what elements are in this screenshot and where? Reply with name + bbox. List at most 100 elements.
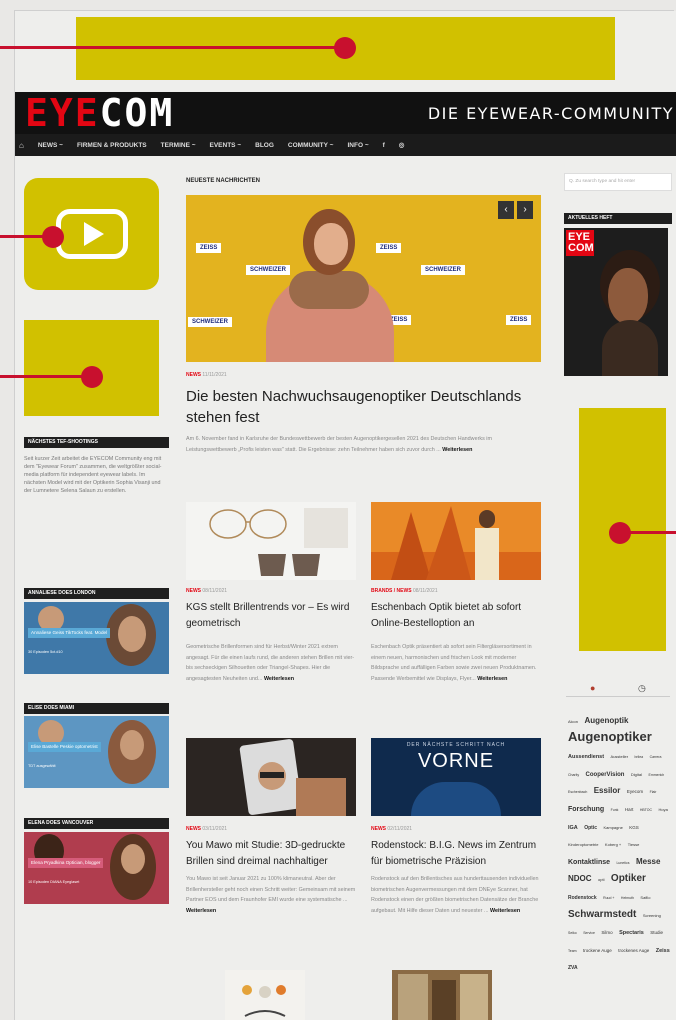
popular-tab-icon[interactable]: ● — [590, 683, 595, 693]
tag-link[interactable]: Aussteller — [611, 754, 629, 759]
tag-link[interactable]: IGA — [568, 825, 578, 831]
hero-headline[interactable]: Die besten Nachwuchsaugenoptiker Deutsch… — [186, 386, 541, 428]
logo-text-eye: EYE — [25, 91, 100, 135]
nav-item-news[interactable]: NEWS ~ — [38, 142, 63, 149]
nav-item-termine[interactable]: TERMINE ~ — [161, 142, 196, 149]
tag-link[interactable]: trockene Auge — [583, 948, 612, 953]
tag-link[interactable]: HBTOC — [640, 808, 652, 812]
tag-link[interactable]: Augenoptiker — [568, 729, 652, 744]
tag-link[interactable]: Kinderoptometrie — [568, 842, 598, 847]
search-input[interactable]: Q. Zu search type and hit enter — [564, 173, 672, 191]
article-thumbnail[interactable] — [225, 970, 305, 1020]
tag-link[interactable]: KGS — [629, 825, 639, 830]
tag-link[interactable]: Emmerich — [648, 773, 664, 777]
tag-link[interactable]: trockenes Auge — [618, 948, 649, 953]
read-more-link[interactable]: Weiterlesen — [264, 676, 294, 682]
tag-link[interactable]: Eyecom — [627, 789, 643, 794]
tag-link[interactable]: Essilor — [594, 786, 621, 795]
slider-next-button[interactable]: › — [517, 201, 533, 219]
tag-link[interactable]: Eschenbach — [568, 790, 587, 794]
tag-link[interactable]: Silmo — [601, 930, 612, 935]
nav-item-events[interactable]: EVENTS ~ — [210, 142, 242, 149]
tag-link[interactable]: Seiko — [568, 931, 577, 935]
tag-link[interactable]: Optic — [584, 825, 597, 831]
tag-link[interactable]: Screening — [643, 913, 661, 918]
category-link[interactable]: NEWS — [371, 826, 386, 832]
nav-item-info[interactable]: INFO ~ — [347, 142, 368, 149]
read-more-link[interactable]: Weiterlesen — [477, 676, 507, 682]
promo-london[interactable]: Annaliese Geiss TikTocks feat. Model 30 … — [24, 602, 169, 674]
tag-link[interactable]: Lunetics — [616, 861, 629, 865]
tag-cloud: Alcon Augenoptik Augenoptiker Aussendien… — [568, 710, 674, 974]
category-link[interactable]: NEWS — [186, 372, 201, 378]
article-thumbnail[interactable] — [392, 970, 492, 1020]
article-thumbnail[interactable]: DER NÄCHSTE SCHRITT NACH VORNE — [371, 738, 541, 816]
article-headline[interactable]: Rodenstock: B.I.G. News im Zentrum für b… — [371, 838, 543, 870]
tag-link[interactable]: Hart — [625, 807, 634, 812]
tag-link[interactable]: ZVA — [568, 965, 578, 972]
slider-prev-button[interactable]: ‹ — [498, 201, 514, 219]
tag-link[interactable]: Tiesse — [628, 842, 640, 847]
article-excerpt: Eschenbach Optik präsentiert ab sofort s… — [371, 642, 543, 684]
tag-link[interactable]: Digital — [631, 772, 642, 777]
nav-item-blog[interactable]: BLOG — [255, 142, 274, 149]
youtube-icon[interactable] — [55, 209, 128, 259]
tag-link[interactable]: Spectaris — [619, 930, 644, 936]
home-icon[interactable]: ⌂ — [19, 141, 24, 150]
tag-link[interactable]: Schwarmstedt — [568, 909, 636, 920]
read-more-link[interactable]: Weiterlesen — [490, 908, 520, 914]
tag-link[interactable]: Forschung — [568, 806, 604, 813]
tag-link[interactable]: Charity — [568, 773, 579, 777]
tag-link[interactable]: Studie — [650, 930, 663, 935]
tag-link[interactable]: Kontaktlinse — [568, 859, 610, 866]
category-link[interactable]: BRANDS / NEWS — [371, 588, 412, 594]
tag-link[interactable]: Funk — [611, 808, 619, 812]
tag-link[interactable]: Augenoptik — [584, 716, 628, 725]
category-link[interactable]: NEWS — [186, 826, 201, 832]
tag-link[interactable]: opti — [598, 877, 604, 882]
promo-miami[interactable]: Elise Bastelle Peskie optometrist TDT au… — [24, 716, 169, 788]
tag-link[interactable]: CooperVision — [586, 772, 625, 778]
tag-link[interactable]: Hoya — [658, 807, 667, 812]
tag-link[interactable]: Koberg + — [605, 842, 621, 847]
tag-link[interactable]: Rodenstock — [568, 895, 597, 901]
tag-link[interactable]: Ruud + — [603, 896, 614, 900]
article-headline[interactable]: You Mawo mit Studie: 3D-gedruckte Brille… — [186, 838, 358, 870]
tag-link[interactable]: Messe — [636, 857, 660, 866]
read-more-link[interactable]: Weiterlesen — [186, 908, 216, 914]
category-link[interactable]: NEWS — [186, 588, 201, 594]
tag-link[interactable]: Zeiss — [656, 948, 670, 954]
hero-image[interactable]: ZEISS SCHWEIZER ZEISS SCHWEIZER ZEISS SC… — [186, 195, 541, 362]
tag-link[interactable]: Optiker — [611, 873, 646, 884]
article-thumbnail[interactable] — [371, 502, 541, 580]
site-logo[interactable]: EYECOM — [25, 92, 174, 134]
tag-link[interactable]: Flair — [650, 790, 657, 794]
tag-link[interactable]: NDOC — [568, 874, 592, 883]
article-headline[interactable]: Eschenbach Optik bietet ab sofort Online… — [371, 600, 543, 632]
promo-vancouver[interactable]: Elena Pryadkina Optician, blogger 10 Epi… — [24, 832, 169, 904]
article-headline[interactable]: KGS stellt Brillentrends vor – Es wird g… — [186, 600, 358, 632]
tag-link[interactable]: Helmuth — [621, 896, 634, 900]
product-image — [242, 985, 286, 1017]
tag-link[interactable]: Carrera — [650, 755, 662, 759]
read-more-link[interactable]: Weiterlesen — [442, 447, 472, 453]
article-thumbnail[interactable] — [186, 502, 356, 580]
sidebar-heading-london: ANNALIESE DOES LONDON — [24, 588, 169, 599]
recent-tab-icon[interactable]: ◷ — [638, 683, 646, 694]
facebook-icon[interactable]: f — [383, 142, 385, 149]
sponsor-logo: SCHWEIZER — [246, 265, 290, 275]
tag-link[interactable]: Alcon — [568, 719, 578, 724]
nav-item-community[interactable]: COMMUNITY ~ — [288, 142, 334, 149]
tag-link[interactable]: Safilo — [640, 895, 650, 900]
nav-item-firmen[interactable]: FIRMEN & PRODUKTS — [77, 142, 147, 149]
tag-link[interactable]: Service — [583, 931, 595, 935]
instagram-icon[interactable]: ◎ — [399, 141, 405, 149]
tag-link[interactable]: brilea — [635, 755, 644, 759]
scarf — [289, 271, 369, 309]
magazine-cover[interactable]: EYE COM — [564, 228, 668, 376]
tag-link[interactable]: Team — [568, 949, 577, 953]
article-thumbnail[interactable] — [186, 738, 356, 816]
tag-link[interactable]: Aussendienst — [568, 754, 604, 760]
tag-link[interactable]: Kampagne — [603, 825, 622, 830]
promo-label: Elena Pryadkina Optician, blogger — [28, 858, 104, 868]
